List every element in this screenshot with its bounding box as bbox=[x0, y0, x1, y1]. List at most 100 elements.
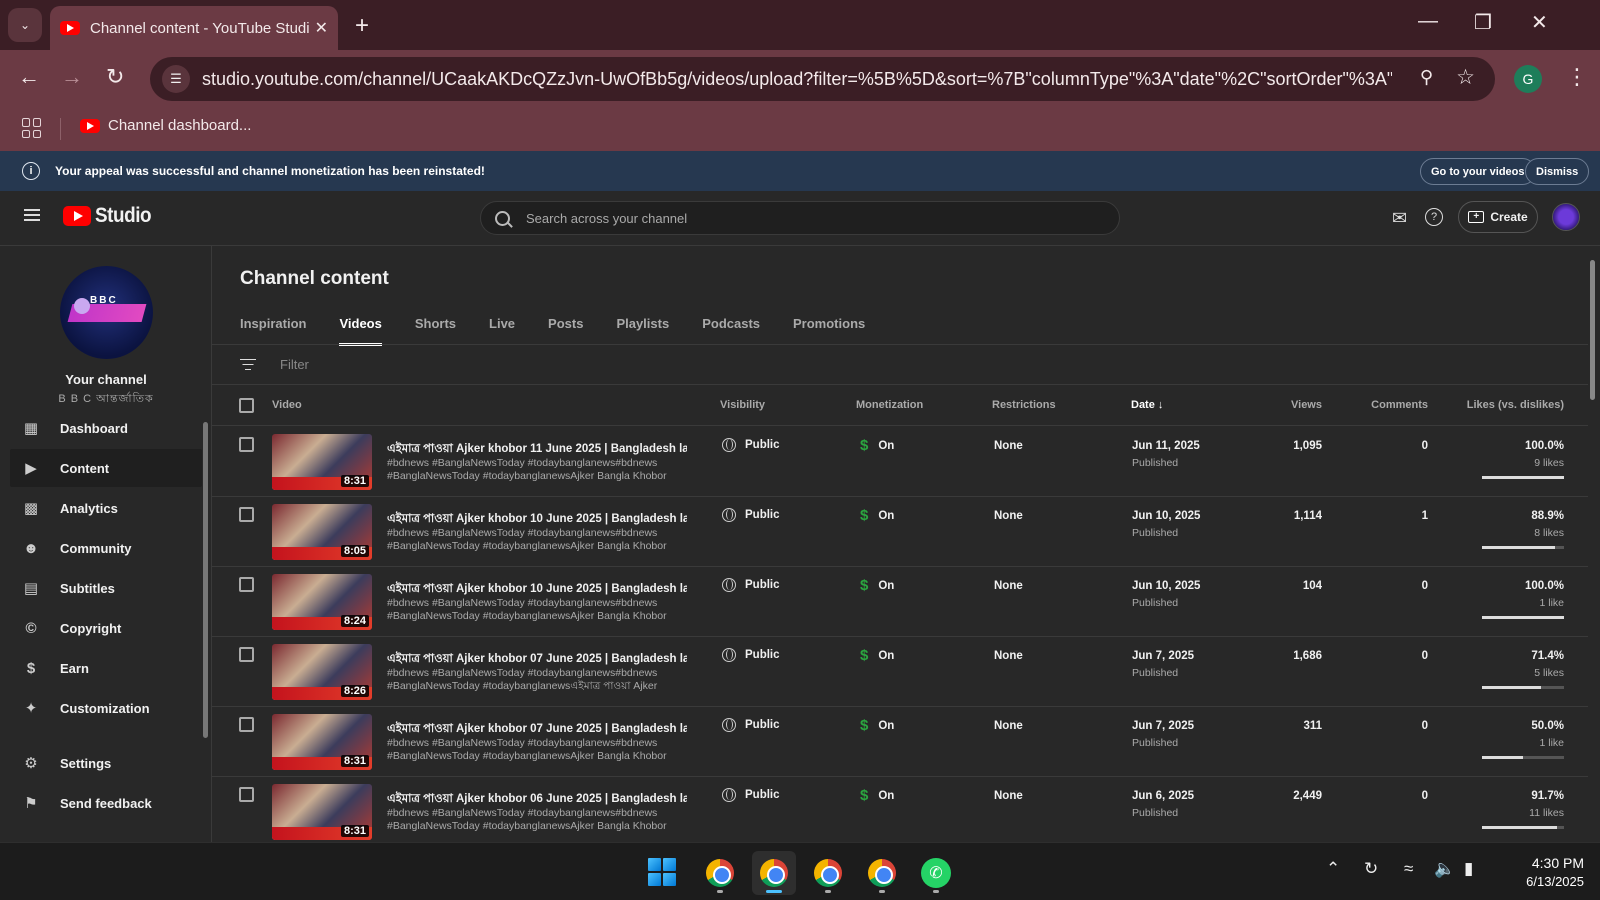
tab-inspiration[interactable]: Inspiration bbox=[240, 308, 306, 344]
visibility-cell[interactable]: Public bbox=[722, 508, 780, 522]
taskbar-chrome-2[interactable] bbox=[752, 851, 796, 895]
apps-grid-icon[interactable] bbox=[22, 118, 42, 138]
sidebar-scrollbar[interactable] bbox=[203, 422, 208, 738]
tab-playlists[interactable]: Playlists bbox=[616, 308, 669, 344]
wifi-icon[interactable]: ≈ bbox=[1404, 859, 1413, 879]
sidebar-item-earn[interactable]: $ Earn bbox=[10, 649, 202, 687]
search-input[interactable] bbox=[526, 210, 1086, 226]
column-comments[interactable]: Comments bbox=[1371, 399, 1428, 411]
url-text[interactable]: studio.youtube.com/channel/UCaakAKDcQZzJ… bbox=[202, 69, 1392, 90]
sidebar-item-analytics[interactable]: ▩ Analytics bbox=[10, 489, 202, 527]
sidebar-item-dashboard[interactable]: ▦ Dashboard bbox=[10, 409, 202, 447]
table-row[interactable]: 8:26 এইমাত্র পাওয়া Ajker khobor 07 June … bbox=[212, 637, 1588, 707]
main-scrollbar[interactable] bbox=[1590, 260, 1595, 400]
close-window-icon[interactable]: ✕ bbox=[1531, 10, 1548, 35]
windows-start-icon[interactable] bbox=[648, 858, 676, 886]
row-checkbox[interactable] bbox=[239, 647, 254, 662]
video-thumbnail[interactable]: 8:05 bbox=[272, 504, 372, 560]
visibility-cell[interactable]: Public bbox=[722, 788, 780, 802]
channel-search[interactable] bbox=[480, 201, 1120, 235]
minimize-icon[interactable]: — bbox=[1418, 10, 1438, 33]
monetization-cell[interactable]: $ On bbox=[860, 717, 894, 734]
new-tab-icon[interactable]: + bbox=[355, 12, 369, 40]
feedback-icon[interactable]: ✉ bbox=[1392, 208, 1407, 229]
menu-icon[interactable] bbox=[24, 209, 40, 221]
tray-chevron-up-icon[interactable]: ⌃ bbox=[1326, 859, 1340, 879]
address-bar[interactable]: ☰ studio.youtube.com/channel/UCaakAKDcQZ… bbox=[150, 57, 1495, 101]
table-row[interactable]: 8:31 এইমাত্র পাওয়া Ajker khobor 06 June … bbox=[212, 777, 1588, 842]
studio-logo[interactable]: Studio bbox=[63, 204, 157, 228]
column-views[interactable]: Views bbox=[1291, 399, 1322, 411]
tab-promotions[interactable]: Promotions bbox=[793, 308, 865, 344]
visibility-cell[interactable]: Public bbox=[722, 578, 780, 592]
volume-icon[interactable]: 🔈 bbox=[1434, 859, 1455, 879]
tab-shorts[interactable]: Shorts bbox=[415, 308, 456, 344]
video-thumbnail[interactable]: 8:31 bbox=[272, 784, 372, 840]
tab-posts[interactable]: Posts bbox=[548, 308, 583, 344]
sidebar-item-send-feedback[interactable]: ⚑ Send feedback bbox=[10, 784, 202, 822]
sidebar-item-subtitles[interactable]: ▤ Subtitles bbox=[10, 569, 202, 607]
sidebar-item-copyright[interactable]: © Copyright bbox=[10, 609, 202, 647]
create-button[interactable]: + Create bbox=[1458, 201, 1538, 233]
row-checkbox[interactable] bbox=[239, 717, 254, 732]
taskbar-whatsapp[interactable]: ✆ bbox=[914, 851, 958, 895]
sidebar-item-community[interactable]: ☻ Community bbox=[10, 529, 202, 567]
column-visibility[interactable]: Visibility bbox=[720, 399, 765, 411]
monetization-cell[interactable]: $ On bbox=[860, 577, 894, 594]
site-settings-icon[interactable]: ☰ bbox=[162, 65, 190, 93]
visibility-cell[interactable]: Public bbox=[722, 648, 780, 662]
clock-date[interactable]: 6/13/2025 bbox=[1498, 874, 1584, 889]
filter-icon[interactable] bbox=[240, 358, 256, 371]
table-row[interactable]: 8:24 এইমাত্র পাওয়া Ajker khobor 10 June … bbox=[212, 567, 1588, 637]
visibility-cell[interactable]: Public bbox=[722, 718, 780, 732]
restore-icon[interactable]: ❐ bbox=[1474, 10, 1492, 35]
monetization-cell[interactable]: $ On bbox=[860, 787, 894, 804]
visibility-cell[interactable]: Public bbox=[722, 438, 780, 452]
row-checkbox[interactable] bbox=[239, 437, 254, 452]
comments-value[interactable]: 0 bbox=[1422, 790, 1428, 802]
account-avatar[interactable] bbox=[1552, 203, 1580, 231]
tab-search-button[interactable]: ⌄ bbox=[8, 8, 42, 42]
select-all-checkbox[interactable] bbox=[239, 398, 254, 413]
forward-icon[interactable]: → bbox=[61, 64, 83, 90]
filter-bar[interactable]: Filter bbox=[212, 345, 1588, 385]
tab-live[interactable]: Live bbox=[489, 308, 515, 344]
sidebar-item-settings[interactable]: ⚙ Settings bbox=[10, 744, 202, 782]
row-checkbox[interactable] bbox=[239, 507, 254, 522]
monetization-cell[interactable]: $ On bbox=[860, 507, 894, 524]
comments-value[interactable]: 0 bbox=[1422, 580, 1428, 592]
table-row[interactable]: 8:31 এইমাত্র পাওয়া Ajker khobor 07 June … bbox=[212, 707, 1588, 777]
reload-icon[interactable]: ↻ bbox=[106, 64, 124, 90]
taskbar-chrome-3[interactable] bbox=[806, 851, 850, 895]
comments-value[interactable]: 1 bbox=[1422, 510, 1428, 522]
table-row[interactable]: 8:05 এইমাত্র পাওয়া Ajker khobor 10 June … bbox=[212, 497, 1588, 567]
video-thumbnail[interactable]: 8:31 bbox=[272, 434, 372, 490]
profile-avatar[interactable]: G bbox=[1514, 65, 1542, 93]
taskbar-chrome-1[interactable] bbox=[698, 851, 742, 895]
back-icon[interactable]: ← bbox=[18, 64, 40, 90]
bookmark-channel-dashboard[interactable]: Channel dashboard... bbox=[80, 117, 251, 134]
channel-avatar[interactable]: BBC bbox=[60, 266, 153, 359]
video-thumbnail[interactable]: 8:31 bbox=[272, 714, 372, 770]
column-monetization[interactable]: Monetization bbox=[856, 399, 923, 411]
tab-podcasts[interactable]: Podcasts bbox=[702, 308, 760, 344]
table-row[interactable]: 8:31 এইমাত্র পাওয়া Ajker khobor 11 June … bbox=[212, 427, 1588, 497]
bookmark-star-icon[interactable]: ☆ bbox=[1456, 65, 1475, 90]
sidebar-item-customization[interactable]: ✦ Customization bbox=[10, 689, 202, 727]
tab-videos[interactable]: Videos bbox=[339, 308, 383, 346]
row-checkbox[interactable] bbox=[239, 577, 254, 592]
zoom-icon[interactable]: ⚲ bbox=[1420, 67, 1433, 88]
monetization-cell[interactable]: $ On bbox=[860, 437, 894, 454]
column-date[interactable]: Date ↓ bbox=[1131, 399, 1163, 411]
taskbar-chrome-4[interactable] bbox=[860, 851, 904, 895]
video-thumbnail[interactable]: 8:24 bbox=[272, 574, 372, 630]
row-checkbox[interactable] bbox=[239, 787, 254, 802]
video-thumbnail[interactable]: 8:26 bbox=[272, 644, 372, 700]
comments-value[interactable]: 0 bbox=[1422, 440, 1428, 452]
more-menu-icon[interactable]: ⋮ bbox=[1566, 64, 1588, 90]
go-to-videos-button[interactable]: Go to your videos bbox=[1420, 158, 1536, 185]
close-tab-icon[interactable]: ✕ bbox=[315, 18, 328, 38]
sidebar-item-content[interactable]: ▶ Content bbox=[10, 449, 202, 487]
sync-icon[interactable]: ↻ bbox=[1364, 859, 1378, 879]
clock-time[interactable]: 4:30 PM bbox=[1498, 855, 1584, 871]
